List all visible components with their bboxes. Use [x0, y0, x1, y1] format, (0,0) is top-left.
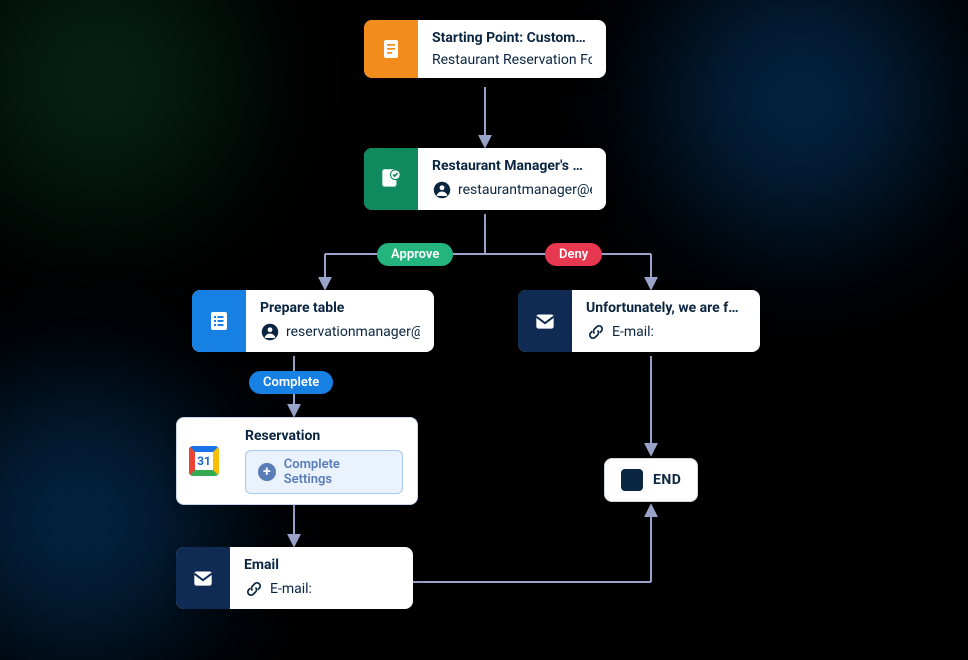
person-icon [432, 180, 452, 200]
node-title: Starting Point: Customer's R... [432, 30, 592, 46]
stop-icon [621, 469, 643, 491]
form-icon [364, 20, 418, 78]
node-reservation[interactable]: 31 Reservation + Complete Settings [176, 417, 418, 505]
link-label: E-mail: [270, 581, 312, 597]
assignee-text: reservationmanager@... [286, 324, 420, 340]
node-full[interactable]: Unfortunately, we are full. E-mail: [518, 290, 760, 352]
badge-deny: Deny [545, 243, 602, 266]
node-title: Reservation [245, 428, 403, 444]
person-icon [260, 322, 280, 342]
node-email[interactable]: Email E-mail: [176, 547, 413, 609]
complete-settings-button[interactable]: + Complete Settings [245, 450, 403, 494]
node-starting-point[interactable]: Starting Point: Customer's R... Restaura… [364, 20, 606, 78]
bg-blur-blue-top [660, 0, 940, 240]
badge-approve: Approve [377, 243, 453, 266]
checklist-icon [192, 290, 246, 352]
node-title: Unfortunately, we are full. [586, 300, 746, 316]
node-prepare-table[interactable]: Prepare table reservationmanager@... [192, 290, 434, 352]
node-subtitle: Restaurant Reservation Fo... [432, 52, 592, 68]
end-label: END [653, 472, 681, 488]
google-calendar-icon: 31 [177, 418, 231, 504]
link-icon [586, 322, 606, 342]
assignee-text: restaurantmanager@e... [458, 182, 592, 198]
node-title: Prepare table [260, 300, 420, 316]
envelope-icon [176, 547, 230, 609]
node-manager-approval[interactable]: Restaurant Manager's Appro... restaurant… [364, 148, 606, 210]
bg-blur-green [0, 0, 240, 220]
envelope-icon [518, 290, 572, 352]
link-label: E-mail: [612, 324, 654, 340]
plus-icon: + [258, 463, 276, 481]
node-end[interactable]: END [604, 458, 698, 502]
link-icon [244, 579, 264, 599]
approval-icon [364, 148, 418, 210]
node-title: Email [244, 557, 399, 573]
node-title: Restaurant Manager's Appro... [432, 158, 592, 174]
button-label: Complete Settings [284, 457, 390, 487]
badge-complete: Complete [249, 371, 333, 394]
